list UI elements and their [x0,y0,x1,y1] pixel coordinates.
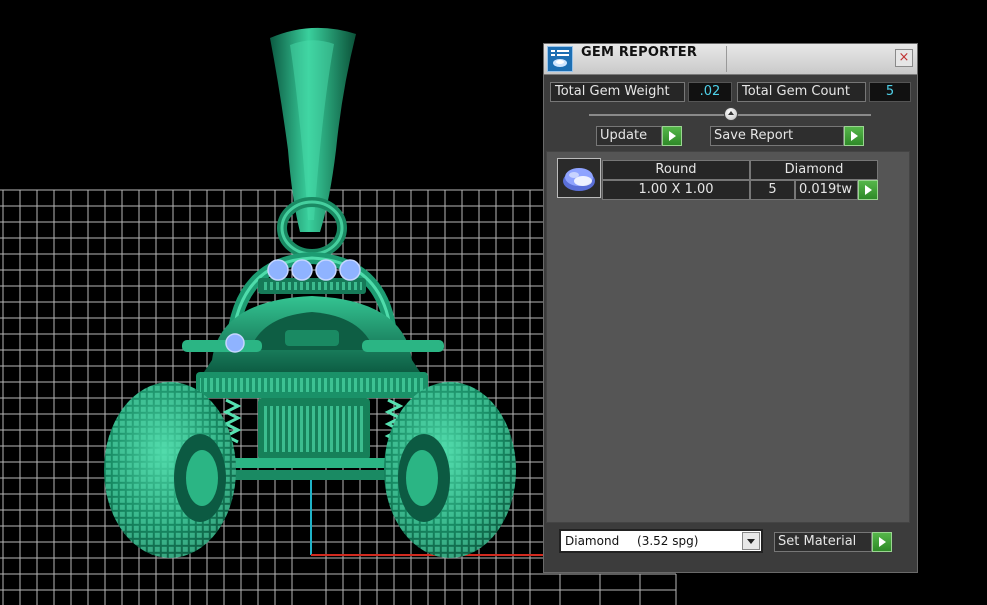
close-icon: × [898,50,910,65]
gem-stone [315,259,337,281]
title-separator [726,46,727,72]
total-gem-count-label: Total Gem Count [737,82,866,102]
gem-size-cell: 1.00 X 1.00 [602,180,750,200]
gem-weight-cell: 0.019tw [795,180,858,200]
chevron-down-icon[interactable] [742,532,760,550]
set-material-play-icon[interactable] [872,532,892,552]
gem-reporter-panel: GEM REPORTER × Total Gem Weight .02 Tota… [543,43,918,573]
round-diamond-gem-icon[interactable] [557,158,601,198]
left-tire [104,382,236,558]
material-select[interactable]: Diamond (3.52 spg) [559,529,763,553]
gem-material-cell: Diamond [750,160,878,180]
total-gem-weight-value: .02 [688,82,732,102]
gem-row-play-icon[interactable] [858,180,878,200]
material-gravity: (3.52 spg) [637,534,699,548]
gem-reporter-app-icon [547,46,573,72]
title-bar[interactable]: GEM REPORTER × [544,44,917,75]
save-report-button[interactable]: Save Report [710,126,844,146]
save-report-play-icon[interactable] [844,126,864,146]
update-play-icon[interactable] [662,126,682,146]
gem-stone [267,259,289,281]
material-name: Diamond [565,534,620,548]
pendant-model[interactable] [104,27,516,558]
total-gem-count-value: 5 [869,82,911,102]
slider-thumb[interactable] [724,107,738,121]
gem-stone [225,333,245,353]
gem-count-cell: 5 [750,180,795,200]
gem-stone [339,259,361,281]
close-button[interactable]: × [895,49,913,67]
update-button[interactable]: Update [596,126,662,146]
set-material-button[interactable]: Set Material [774,532,872,552]
gem-stone [291,259,313,281]
gem-shape-cell: Round [602,160,750,180]
right-tire [384,382,516,558]
gem-list[interactable]: Round Diamond 1.00 X 1.00 5 0.019tw [546,151,910,523]
panel-title: GEM REPORTER [581,45,698,60]
total-gem-weight-label: Total Gem Weight [550,82,685,102]
